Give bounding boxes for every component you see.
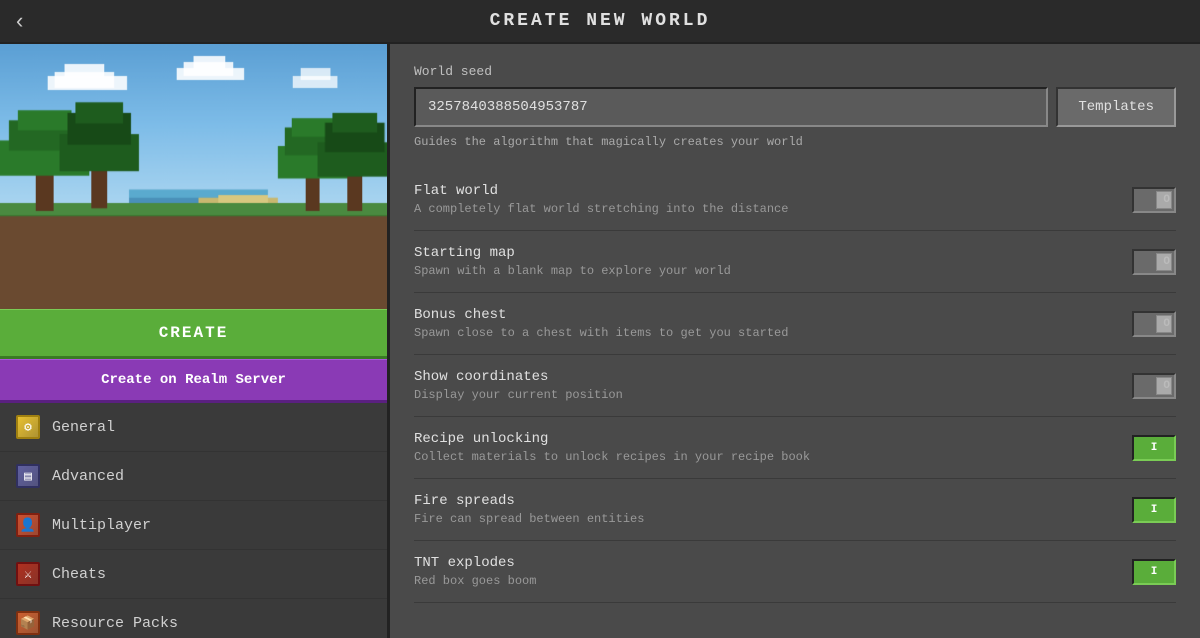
toggle-starting-map[interactable]: O — [1132, 249, 1176, 275]
main-layout: CREATE Create on Realm Server ⚙ General … — [0, 44, 1200, 638]
toggle-off-label: O — [1163, 318, 1170, 330]
back-button[interactable]: ‹ — [16, 8, 23, 34]
advanced-icon: ▤ — [16, 464, 40, 488]
toggle-row-fire-spreads: Fire spreads Fire can spread between ent… — [414, 479, 1176, 541]
sidebar: CREATE Create on Realm Server ⚙ General … — [0, 44, 390, 638]
toggle-info-recipe-unlocking: Recipe unlocking Collect materials to un… — [414, 431, 1132, 464]
sidebar-item-multiplayer[interactable]: 👤 Multiplayer — [0, 501, 387, 550]
toggle-info-fire-spreads: Fire spreads Fire can spread between ent… — [414, 493, 1132, 526]
toggle-title-bonus-chest: Bonus chest — [414, 307, 1132, 323]
toggle-off-label: O — [1163, 256, 1170, 268]
nav-items: ⚙ General ▤ Advanced 👤 Multiplayer ⚔ Che… — [0, 403, 387, 638]
toggle-row-show-coordinates: Show coordinates Display your current po… — [414, 355, 1176, 417]
toggle-switch-flat-world: O — [1132, 187, 1176, 213]
toggle-title-flat-world: Flat world — [414, 183, 1132, 199]
toggle-switch-bonus-chest: O — [1132, 311, 1176, 337]
toggle-desc-starting-map: Spawn with a blank map to explore your w… — [414, 264, 1132, 278]
toggle-switch-recipe-unlocking: I — [1132, 435, 1176, 461]
toggle-desc-recipe-unlocking: Collect materials to unlock recipes in y… — [414, 450, 1132, 464]
sidebar-item-cheats[interactable]: ⚔ Cheats — [0, 550, 387, 599]
toggle-desc-bonus-chest: Spawn close to a chest with items to get… — [414, 326, 1132, 340]
toggle-show-coordinates[interactable]: O — [1132, 373, 1176, 399]
toggle-info-starting-map: Starting map Spawn with a blank map to e… — [414, 245, 1132, 278]
world-preview-canvas — [0, 44, 387, 309]
cheats-icon: ⚔ — [16, 562, 40, 586]
sidebar-item-label: Cheats — [52, 566, 106, 583]
toggle-row-bonus-chest: Bonus chest Spawn close to a chest with … — [414, 293, 1176, 355]
sidebar-item-label: General — [52, 419, 115, 436]
toggle-fire-spreads[interactable]: I — [1132, 497, 1176, 523]
toggle-switch-show-coordinates: O — [1132, 373, 1176, 399]
toggle-desc-tnt-explodes: Red box goes boom — [414, 574, 1132, 588]
general-icon: ⚙ — [16, 415, 40, 439]
seed-hint: Guides the algorithm that magically crea… — [414, 135, 1176, 149]
toggle-off-label: O — [1163, 380, 1170, 392]
toggle-bonus-chest[interactable]: O — [1132, 311, 1176, 337]
sidebar-item-advanced[interactable]: ▤ Advanced — [0, 452, 387, 501]
toggle-desc-flat-world: A completely flat world stretching into … — [414, 202, 1132, 216]
toggle-off-label: O — [1163, 194, 1170, 206]
world-seed-label: World seed — [414, 64, 1176, 79]
realm-button[interactable]: Create on Realm Server — [0, 359, 387, 403]
sidebar-item-general[interactable]: ⚙ General — [0, 403, 387, 452]
sidebar-item-label: Resource Packs — [52, 615, 178, 632]
toggle-switch-starting-map: O — [1132, 249, 1176, 275]
toggle-row-tnt-explodes: TNT explodes Red box goes boom I — [414, 541, 1176, 603]
toggle-row-starting-map: Starting map Spawn with a blank map to e… — [414, 231, 1176, 293]
toggle-recipe-unlocking[interactable]: I — [1132, 435, 1176, 461]
resource-icon: 📦 — [16, 611, 40, 635]
toggle-info-show-coordinates: Show coordinates Display your current po… — [414, 369, 1132, 402]
toggle-title-tnt-explodes: TNT explodes — [414, 555, 1132, 571]
toggle-desc-show-coordinates: Display your current position — [414, 388, 1132, 402]
page-title: CREATE NEW WORLD — [490, 11, 711, 31]
toggle-switch-fire-spreads: I — [1132, 497, 1176, 523]
toggle-row-flat-world: Flat world A completely flat world stret… — [414, 169, 1176, 231]
sidebar-item-label: Advanced — [52, 468, 124, 485]
toggle-tnt-explodes[interactable]: I — [1132, 559, 1176, 585]
toggle-switch-tnt-explodes: I — [1132, 559, 1176, 585]
content-area: World seed Templates Guides the algorith… — [390, 44, 1200, 638]
toggle-title-starting-map: Starting map — [414, 245, 1132, 261]
toggle-flat-world[interactable]: O — [1132, 187, 1176, 213]
create-button[interactable]: CREATE — [0, 309, 387, 359]
templates-button[interactable]: Templates — [1056, 87, 1176, 127]
toggle-on-label: I — [1151, 566, 1158, 578]
toggle-on-label: I — [1151, 442, 1158, 454]
toggle-title-fire-spreads: Fire spreads — [414, 493, 1132, 509]
toggle-info-tnt-explodes: TNT explodes Red box goes boom — [414, 555, 1132, 588]
seed-row: Templates — [414, 87, 1176, 127]
sidebar-item-resource-packs[interactable]: 📦 Resource Packs — [0, 599, 387, 638]
toggle-title-recipe-unlocking: Recipe unlocking — [414, 431, 1132, 447]
sidebar-item-label: Multiplayer — [52, 517, 151, 534]
toggle-title-show-coordinates: Show coordinates — [414, 369, 1132, 385]
toggle-info-flat-world: Flat world A completely flat world stret… — [414, 183, 1132, 216]
toggle-row-recipe-unlocking: Recipe unlocking Collect materials to un… — [414, 417, 1176, 479]
world-preview — [0, 44, 387, 309]
seed-input[interactable] — [414, 87, 1048, 127]
header: ‹ CREATE NEW WORLD — [0, 0, 1200, 44]
toggle-info-bonus-chest: Bonus chest Spawn close to a chest with … — [414, 307, 1132, 340]
toggles-container: Flat world A completely flat world stret… — [414, 169, 1176, 603]
multiplayer-icon: 👤 — [16, 513, 40, 537]
toggle-on-label: I — [1151, 504, 1158, 516]
toggle-desc-fire-spreads: Fire can spread between entities — [414, 512, 1132, 526]
